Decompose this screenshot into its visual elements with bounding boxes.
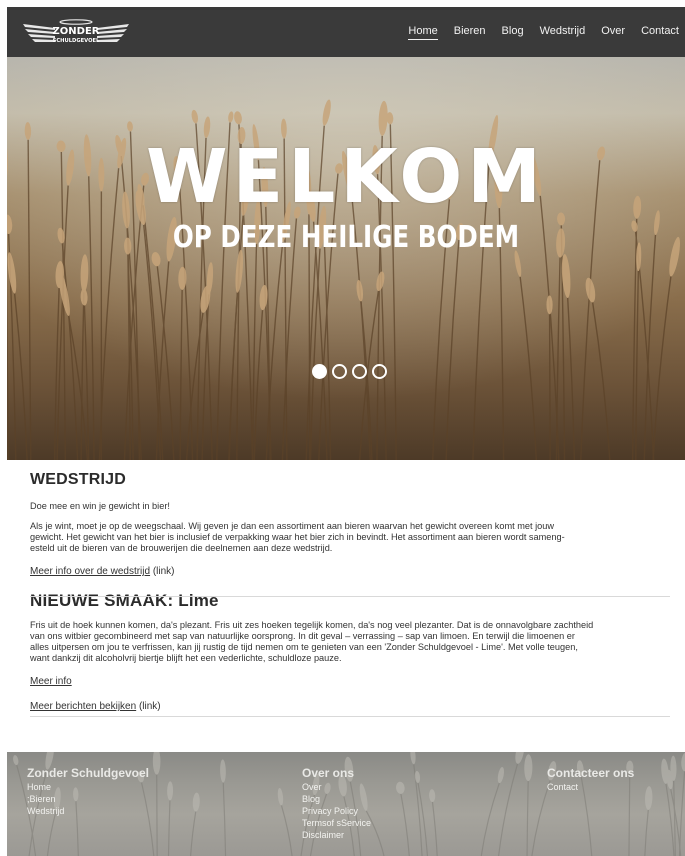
nieuwe-smaak-body-line: van ons witbier gecombineerd met sap van… — [30, 631, 575, 641]
footer-col-contact: Contacteer ons Contact — [547, 766, 634, 793]
wheat-stalk — [673, 780, 676, 856]
slider-dot-4[interactable] — [372, 364, 387, 379]
wedstrijd-link-line: Meer info over de wedstrijd (link) — [30, 566, 670, 577]
section-divider — [30, 716, 670, 717]
wheat-stalk — [548, 314, 551, 460]
footer-heading: Contacteer ons — [547, 766, 635, 780]
footer-link-blog[interactable]: Blog — [302, 793, 371, 805]
slider-dot-2[interactable] — [332, 364, 347, 379]
wheat-stalk — [480, 782, 500, 856]
wheat-head — [497, 767, 505, 784]
link-suffix: (link) — [150, 566, 175, 577]
wedstrijd-more-link[interactable]: Meer info over de wedstrijd — [30, 566, 150, 577]
slider-dot-3[interactable] — [352, 364, 367, 379]
wheat-head — [681, 752, 685, 772]
wheat-stalk — [678, 771, 685, 856]
nieuwe-smaak-more-link[interactable]: Meer info — [30, 676, 72, 687]
link-suffix: (link) — [136, 701, 161, 712]
wheat-head — [396, 781, 405, 794]
logo-wings-icon: ZONDER SCHULDGEVOEL — [23, 19, 129, 44]
wheat-stalk — [431, 801, 438, 856]
wheat-stalk — [190, 811, 197, 856]
section-divider — [30, 596, 670, 597]
footer-col-brand: Zonder Schuldgevoel Home ;Bieren Wedstri… — [27, 766, 149, 817]
berichten-link-line: Meer berichten bekijken (link) — [30, 701, 670, 712]
nav-link-bieren[interactable]: Bieren — [454, 25, 486, 40]
wheat-head — [13, 755, 19, 766]
wheat-head — [220, 759, 226, 783]
footer-heading: Over ons — [302, 766, 355, 780]
nieuwe-smaak-body-line: alles uitpersen om jou te verfrissen, ka… — [30, 642, 578, 652]
wheat-stalk — [46, 810, 57, 856]
wheat-head — [645, 786, 653, 810]
footer-link-terms[interactable]: Termsof sService — [302, 817, 371, 829]
hero-subtitle: OP DEZE HEILIGE BODEM — [172, 220, 520, 255]
nav-link-over[interactable]: Over — [601, 25, 625, 40]
footer-link-bieren[interactable]: ;Bieren — [27, 793, 149, 805]
svg-text:ZONDER: ZONDER — [53, 26, 100, 37]
footer-link-privacy[interactable]: Privacy Policy — [302, 805, 371, 817]
more-posts-link[interactable]: Meer berichten bekijken — [30, 701, 136, 712]
wheat-head — [192, 792, 200, 812]
wheat-stalk — [526, 781, 529, 856]
wedstrijd-body-line: gewicht. Het gewicht van het bier is inc… — [30, 532, 565, 542]
logo[interactable]: ZONDER SCHULDGEVOEL — [21, 18, 131, 46]
footer-link-disclaimer[interactable]: Disclaimer — [302, 829, 371, 841]
wheat-head — [277, 787, 284, 806]
slider-dots — [312, 364, 392, 379]
wheat-stalk — [665, 783, 675, 856]
nieuwe-smaak-body-line: Fris uit de hoek kunnen komen, da's plez… — [30, 620, 594, 630]
wheat-head — [152, 752, 161, 775]
wheat-stalk — [167, 800, 171, 856]
nav-link-wedstrijd[interactable]: Wedstrijd — [540, 25, 586, 40]
nieuwe-smaak-body: Fris uit de hoek kunnen komen, da's plez… — [30, 620, 670, 664]
wheat-head — [515, 752, 525, 764]
nieuwe-smaak-body-line: want dankzij dit alcoholvrij biertje bli… — [30, 653, 342, 663]
wedstrijd-body: Als je wint, moet je op de weegschaal. W… — [30, 521, 670, 554]
footer-link-home[interactable]: Home — [27, 781, 149, 793]
nav-links: Home Bieren Blog Wedstrijd Over Contact — [392, 7, 679, 57]
main-content: WEDSTRIJD Doe mee en win je gewicht in b… — [30, 468, 670, 712]
footer-col-over: Over ons Over Blog Privacy Policy Termso… — [302, 766, 371, 841]
wedstrijd-body-line: Als je wint, moet je op de weegschaal. W… — [30, 521, 554, 531]
wedstrijd-heading: WEDSTRIJD — [30, 471, 127, 488]
footer-link-contact[interactable]: Contact — [547, 781, 634, 793]
nav-link-contact[interactable]: Contact — [641, 25, 679, 40]
wheat-head — [429, 789, 436, 802]
page-frame: ZONDER SCHULDGEVOEL Home Bieren Blog Wed… — [7, 7, 685, 856]
footer-link-over[interactable]: Over — [302, 781, 371, 793]
nieuwe-smaak-heading: NIEUWE SMAAK: Lime — [30, 591, 219, 610]
wheat-head — [167, 781, 174, 801]
hero-slider: WELKOM OP DEZE HEILIGE BODEM — [7, 57, 685, 460]
slider-dot-1[interactable] — [312, 364, 327, 379]
nieuwe-smaak-link-line: Meer info — [30, 676, 670, 687]
nav-link-home[interactable]: Home — [408, 25, 438, 40]
footer-heading: Zonder Schuldgevoel — [27, 766, 150, 780]
top-navbar: ZONDER SCHULDGEVOEL Home Bieren Blog Wed… — [7, 7, 685, 57]
wheat-stalk — [644, 809, 649, 856]
wedstrijd-body-line: esteld uit de bieren van de brouwerijen … — [30, 543, 333, 553]
wheat-head — [524, 754, 533, 782]
wheat-stalk — [222, 782, 227, 856]
wheat-stalk — [280, 805, 293, 856]
wheat-head — [410, 752, 416, 765]
footer-link-wedstrijd[interactable]: Wedstrijd — [27, 805, 149, 817]
wheat-stalk — [400, 793, 410, 856]
wheat-field-image — [7, 57, 685, 460]
wedstrijd-intro: Doe mee en win je gewicht in bier! — [30, 501, 170, 511]
svg-text:SCHULDGEVOEL: SCHULDGEVOEL — [53, 38, 100, 44]
nav-link-blog[interactable]: Blog — [502, 25, 524, 40]
hero-title: WELKOM — [146, 134, 546, 220]
footer: Zonder Schuldgevoel Home ;Bieren Wedstri… — [7, 752, 685, 856]
